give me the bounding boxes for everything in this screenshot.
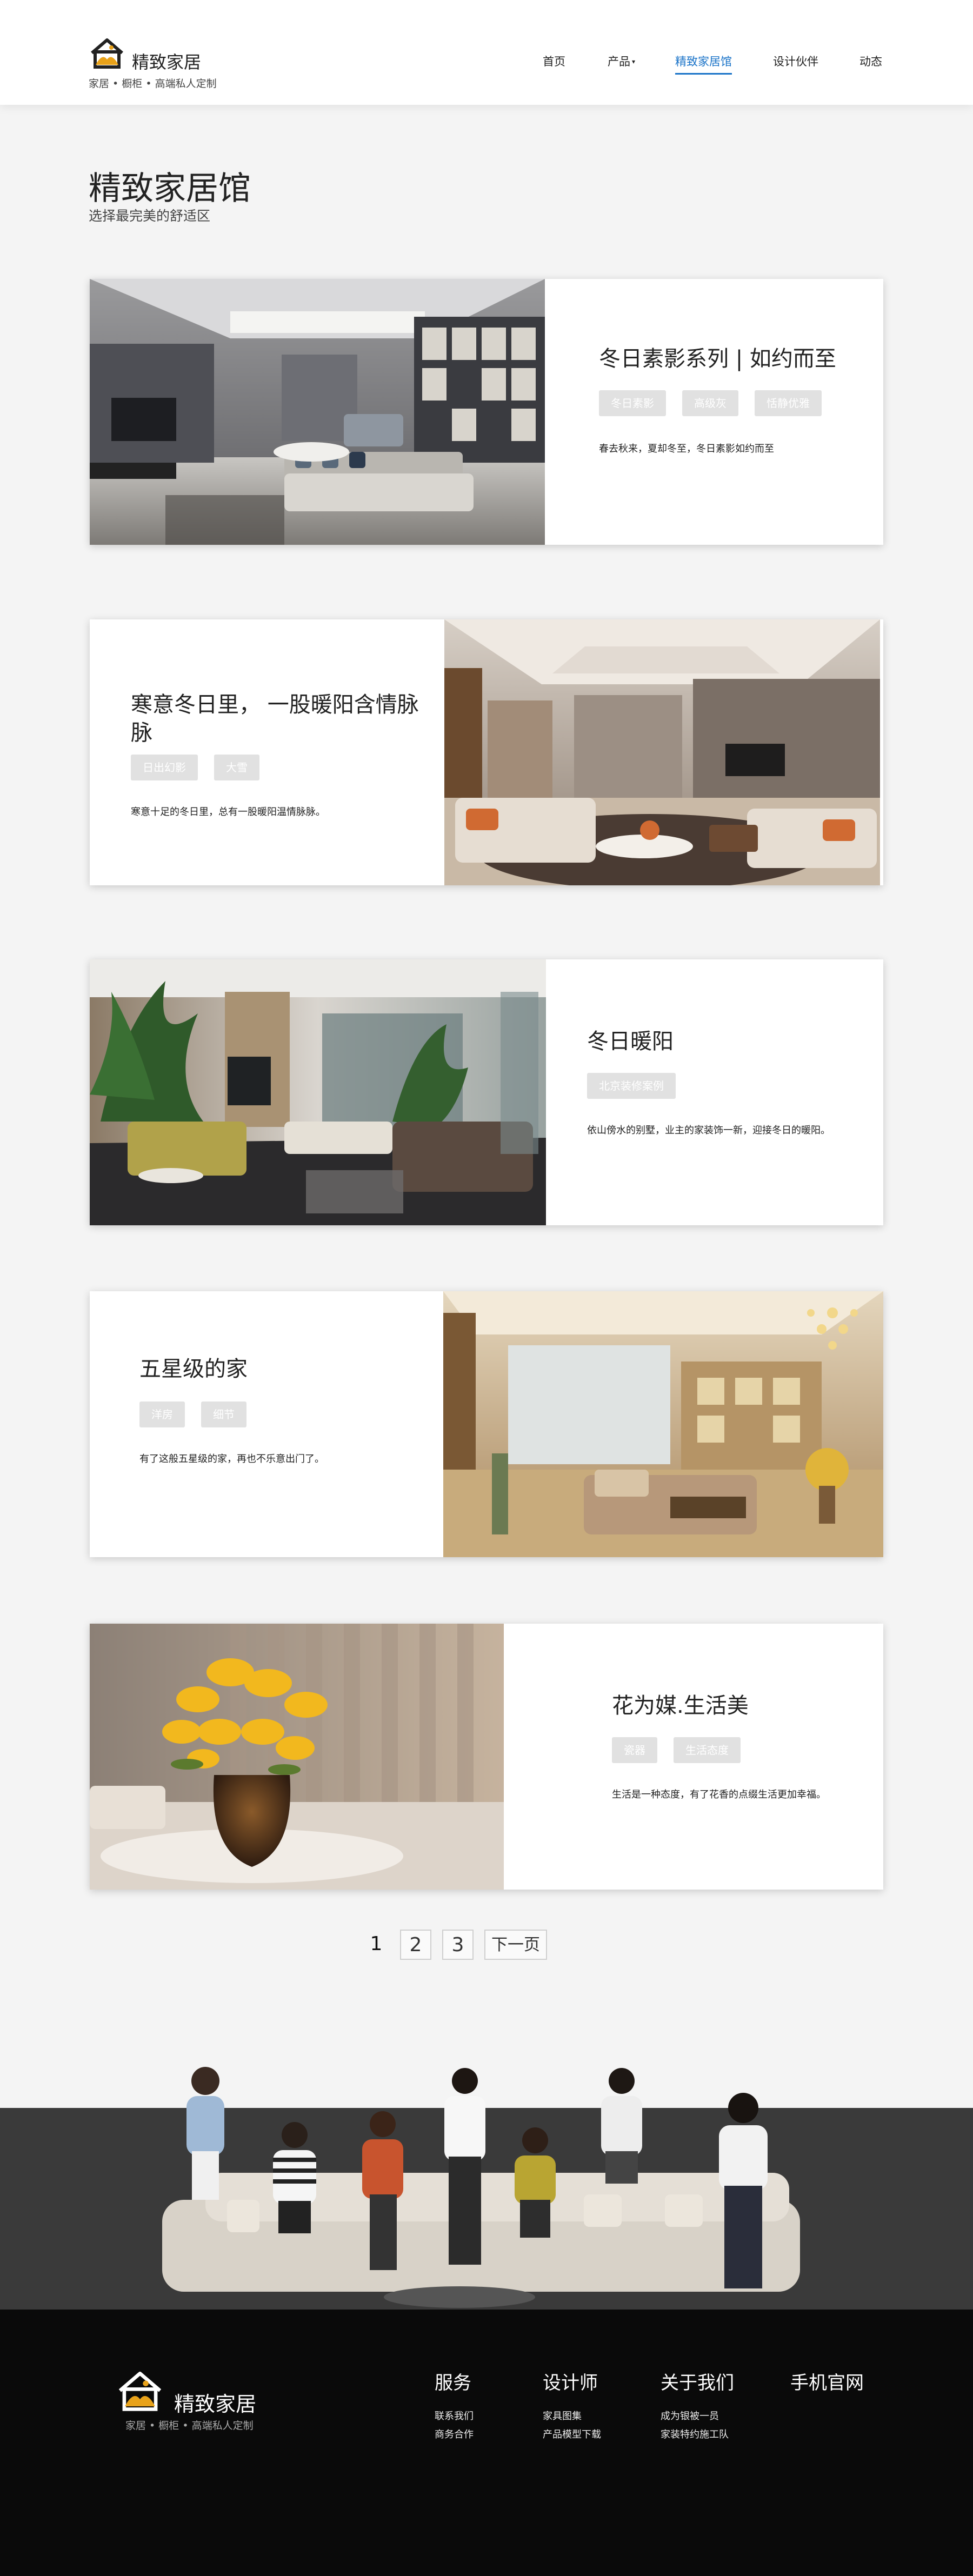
card-tags: 洋房 细节 <box>139 1402 246 1427</box>
footer-link-business[interactable]: 商务合作 <box>435 2426 474 2444</box>
site-footer: 精致家居 家居 • 橱柜 • 高端私人定制 服务 联系我们 商务合作 设计师 家… <box>0 2310 973 2576</box>
showcase-card[interactable]: 花为媒.生活美 瓷器 生活态度 生活是一种态度，有了花香的点缀生活更加幸福。 <box>90 1624 883 1890</box>
card-text: 花为媒.生活美 瓷器 生活态度 生活是一种态度，有了花香的点缀生活更加幸福。 <box>612 1624 871 1890</box>
tag[interactable]: 日出幻影 <box>131 755 198 780</box>
card-photo-living-room-warm <box>444 619 880 885</box>
tag[interactable]: 北京装修案例 <box>587 1073 676 1099</box>
house-logo-icon <box>118 2371 162 2411</box>
card-text: 五星级的家 洋房 细节 有了这般五星级的家，再也不乐意出门了。 <box>139 1291 421 1557</box>
card-description: 春去秋来，夏却冬至，冬日素影如约而至 <box>599 443 774 455</box>
nav-home[interactable]: 首页 <box>543 53 565 69</box>
nav-design-partners[interactable]: 设计伙伴 <box>773 53 818 69</box>
tag[interactable]: 生活态度 <box>674 1737 741 1763</box>
card-text: 冬日暖阳 北京装修案例 依山傍水的别墅，业主的家装饰一新，迎接冬日的暖阳。 <box>587 959 868 1225</box>
footer-column-service: 服务 联系我们 商务合作 <box>435 2368 474 2444</box>
card-tags: 冬日素影 高级灰 恬静优雅 <box>599 390 822 416</box>
tag[interactable]: 恬静优雅 <box>755 390 822 416</box>
card-text: 冬日素影系列 | 如约而至 冬日素影 高级灰 恬静优雅 春去秋来，夏却冬至，冬日… <box>599 279 869 545</box>
showcase-card[interactable]: 五星级的家 洋房 细节 有了这般五星级的家，再也不乐意出门了。 <box>90 1291 883 1557</box>
showcase-card[interactable]: 冬日素影系列 | 如约而至 冬日素影 高级灰 恬静优雅 春去秋来，夏却冬至，冬日… <box>90 279 883 545</box>
main-nav: 首页 产品 ▾ 精致家居馆 设计伙伴 动态 <box>0 53 973 75</box>
tag[interactable]: 大雪 <box>214 755 259 780</box>
card-description: 寒意十足的冬日里，总有一股暖阳温情脉脉。 <box>131 806 325 818</box>
card-title: 冬日素影系列 | 如约而至 <box>599 346 836 371</box>
footer-link-model-download[interactable]: 产品模型下载 <box>543 2426 601 2444</box>
footer-link-gallery[interactable]: 家具图集 <box>543 2407 601 2426</box>
pagination: 1 2 3 下一页 <box>0 1930 973 1960</box>
card-tags: 日出幻影 大雪 <box>131 755 259 780</box>
card-title: 花为媒.生活美 <box>612 1693 749 1718</box>
nav-products[interactable]: 产品 ▾ <box>608 53 635 69</box>
footer-column-title: 关于我们 <box>661 2372 734 2394</box>
footer-column-title: 设计师 <box>543 2372 598 2394</box>
card-description: 依山傍水的别墅，业主的家装饰一新，迎接冬日的暖阳。 <box>587 1125 830 1136</box>
card-photo-living-room-chandelier <box>443 1291 883 1557</box>
card-description: 生活是一种态度，有了花香的点缀生活更加幸福。 <box>612 1789 826 1800</box>
tag[interactable]: 细节 <box>201 1402 246 1427</box>
nav-showroom[interactable]: 精致家居馆 <box>675 53 732 75</box>
card-title: 冬日暖阳 <box>587 1029 674 1054</box>
footer-link-join[interactable]: 成为银被一员 <box>661 2407 734 2426</box>
card-title: 寒意冬日里， 一股暖阳含情脉脉 <box>131 692 419 745</box>
footer-column-about: 关于我们 成为银被一员 家装特约施工队 <box>661 2368 734 2444</box>
footer-column-title: 服务 <box>435 2372 471 2394</box>
page-3-link[interactable]: 3 <box>442 1930 474 1960</box>
footer-column-mobile: 手机官网 <box>790 2368 864 2407</box>
page-subtitle: 选择最完美的舒适区 <box>89 208 211 224</box>
footer-link-contact[interactable]: 联系我们 <box>435 2407 474 2426</box>
tag[interactable]: 冬日素影 <box>599 390 666 416</box>
card-photo-living-room-gray <box>90 279 545 545</box>
footer-link-construction-team[interactable]: 家装特约施工队 <box>661 2426 734 2444</box>
card-tags: 瓷器 生活态度 <box>612 1737 741 1763</box>
showcase-card[interactable]: 冬日暖阳 北京装修案例 依山傍水的别墅，业主的家装饰一新，迎接冬日的暖阳。 <box>90 959 883 1225</box>
caret-down-icon: ▾ <box>632 58 636 65</box>
card-text: 寒意冬日里， 一股暖阳含情脉脉 日出幻影 大雪 寒意十足的冬日里，总有一股暖阳温… <box>131 619 423 885</box>
showcase-card[interactable]: 寒意冬日里， 一股暖阳含情脉脉 日出幻影 大雪 寒意十足的冬日里，总有一股暖阳温… <box>90 619 883 885</box>
brand-slogan: 家居 • 橱柜 • 高端私人定制 <box>89 78 217 90</box>
card-photo-living-room-green <box>90 959 546 1225</box>
page-1-link[interactable]: 1 <box>363 1930 389 1960</box>
team-photo <box>0 2065 973 2310</box>
footer-brand-name: 精致家居 <box>174 2392 257 2416</box>
next-page-button[interactable]: 下一页 <box>484 1930 547 1960</box>
site-header: 精致家居 家居 • 橱柜 • 高端私人定制 首页 产品 ▾ 精致家居馆 设计伙伴 … <box>0 0 973 105</box>
card-photo-flower-vase <box>90 1624 504 1890</box>
footer-mobile-site-link[interactable]: 手机官网 <box>790 2368 864 2394</box>
tag[interactable]: 洋房 <box>139 1402 185 1427</box>
tag[interactable]: 高级灰 <box>682 390 738 416</box>
nav-products-label: 产品 <box>608 55 630 68</box>
page-2-link[interactable]: 2 <box>400 1930 431 1960</box>
tag[interactable]: 瓷器 <box>612 1737 657 1763</box>
card-title: 五星级的家 <box>139 1357 248 1382</box>
nav-news[interactable]: 动态 <box>859 53 882 69</box>
footer-column-designers: 设计师 家具图集 产品模型下载 <box>543 2368 601 2444</box>
card-description: 有了这般五星级的家，再也不乐意出门了。 <box>139 1453 324 1465</box>
page-title: 精致家居馆 <box>89 170 251 208</box>
card-tags: 北京装修案例 <box>587 1073 676 1099</box>
footer-brand-slogan: 家居 • 橱柜 • 高端私人定制 <box>125 2420 254 2432</box>
